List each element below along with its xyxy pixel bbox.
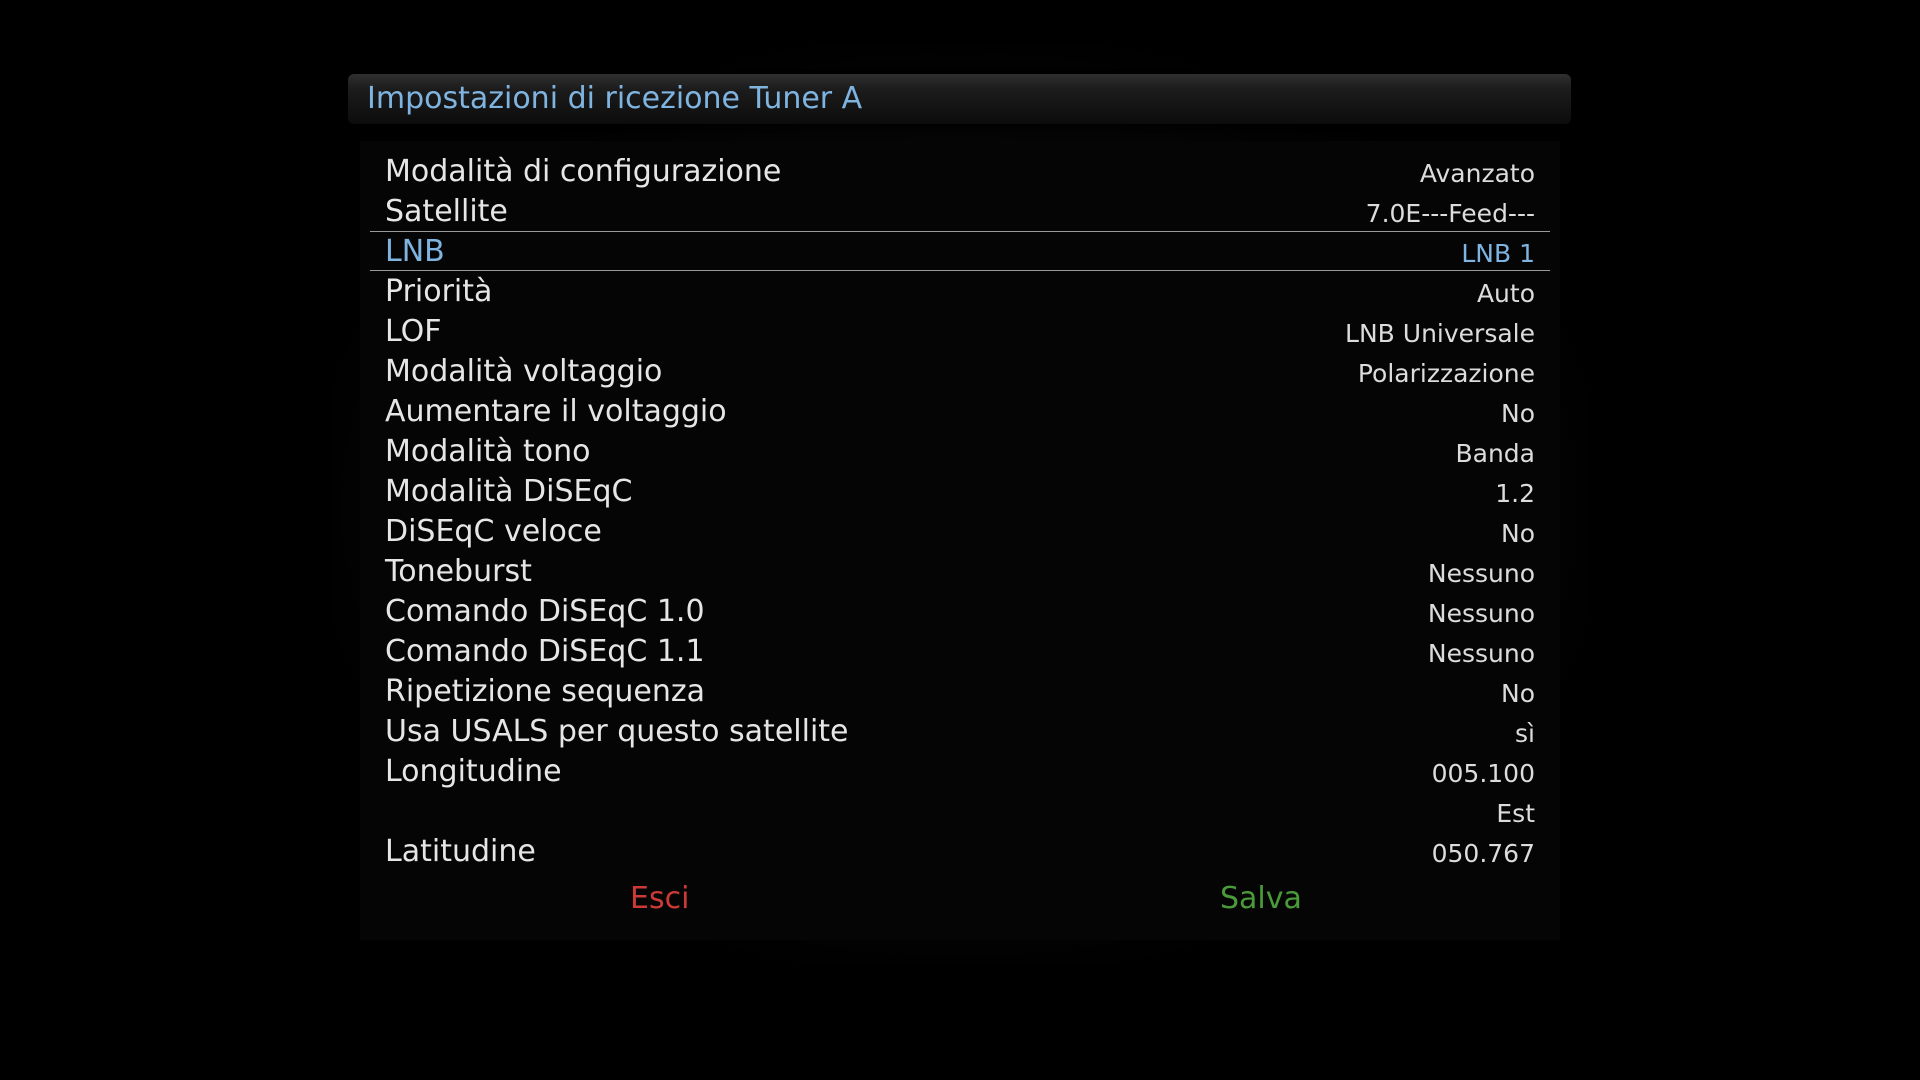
setting-label: Longitudine	[385, 754, 562, 789]
setting-value: 1.2	[1495, 479, 1535, 508]
settings-panel: Modalità di configurazione Avanzato Sate…	[360, 141, 1560, 940]
setting-value: sì	[1515, 719, 1535, 748]
setting-value: No	[1501, 679, 1535, 708]
setting-row-lnb[interactable]: LNB LNB 1	[370, 231, 1550, 271]
setting-label: Usa USALS per questo satellite	[385, 714, 849, 749]
setting-value: No	[1501, 399, 1535, 428]
setting-label: Modalità voltaggio	[385, 354, 663, 389]
title-bar: Impostazioni di ricezione Tuner A	[348, 74, 1571, 124]
setting-row-use-usals[interactable]: Usa USALS per questo satellite sì	[370, 711, 1550, 751]
setting-row-satellite[interactable]: Satellite 7.0E---Feed---	[370, 191, 1550, 231]
setting-row-longitude[interactable]: Longitudine 005.100	[370, 751, 1550, 791]
setting-value: 7.0E---Feed---	[1365, 199, 1535, 228]
setting-value: Est	[1496, 799, 1535, 828]
setting-value: Banda	[1455, 439, 1535, 468]
setting-label: DiSEqC veloce	[385, 514, 602, 549]
setting-row-longitude-direction[interactable]: Est	[370, 791, 1550, 831]
setting-row-diseqc-1-1[interactable]: Comando DiSEqC 1.1 Nessuno	[370, 631, 1550, 671]
setting-value: Nessuno	[1427, 559, 1535, 588]
setting-row-voltage-mode[interactable]: Modalità voltaggio Polarizzazione	[370, 351, 1550, 391]
setting-value: Auto	[1476, 279, 1535, 308]
save-button[interactable]: Salva	[1220, 881, 1302, 916]
setting-row-diseqc-mode[interactable]: Modalità DiSEqC 1.2	[370, 471, 1550, 511]
setting-label: Modalità tono	[385, 434, 591, 469]
setting-label: Toneburst	[385, 554, 532, 589]
setting-label: Modalità DiSEqC	[385, 474, 633, 509]
setting-value: 005.100	[1431, 759, 1535, 788]
setting-label: Satellite	[385, 194, 508, 229]
setting-row-config-mode[interactable]: Modalità di configurazione Avanzato	[370, 151, 1550, 191]
setting-row-sequence-repeat[interactable]: Ripetizione sequenza No	[370, 671, 1550, 711]
exit-button[interactable]: Esci	[630, 881, 689, 916]
setting-row-priority[interactable]: Priorità Auto	[370, 271, 1550, 311]
settings-list: Modalità di configurazione Avanzato Sate…	[370, 151, 1550, 871]
setting-label: Comando DiSEqC 1.1	[385, 634, 705, 669]
setting-row-lof[interactable]: LOF LNB Universale	[370, 311, 1550, 351]
setting-label: Comando DiSEqC 1.0	[385, 594, 705, 629]
setting-value: Polarizzazione	[1357, 359, 1535, 388]
setting-row-increase-voltage[interactable]: Aumentare il voltaggio No	[370, 391, 1550, 431]
setting-label: Ripetizione sequenza	[385, 674, 705, 709]
setting-label: LNB	[385, 234, 445, 269]
setting-label: Latitudine	[385, 834, 536, 869]
setting-value: Avanzato	[1419, 159, 1535, 188]
setting-label: Aumentare il voltaggio	[385, 394, 727, 429]
setting-value: LNB Universale	[1345, 319, 1535, 348]
setting-label: Priorità	[385, 274, 493, 309]
window-title: Impostazioni di ricezione Tuner A	[367, 81, 863, 116]
setting-value: Nessuno	[1427, 599, 1535, 628]
setting-value: No	[1501, 519, 1535, 548]
setting-row-tone-mode[interactable]: Modalità tono Banda	[370, 431, 1550, 471]
setting-row-toneburst[interactable]: Toneburst Nessuno	[370, 551, 1550, 591]
setting-label: Modalità di configurazione	[385, 154, 782, 189]
setting-row-diseqc-1-0[interactable]: Comando DiSEqC 1.0 Nessuno	[370, 591, 1550, 631]
setting-label: LOF	[385, 314, 442, 349]
setting-row-fast-diseqc[interactable]: DiSEqC veloce No	[370, 511, 1550, 551]
setting-row-latitude[interactable]: Latitudine 050.767	[370, 831, 1550, 871]
setting-value: LNB 1	[1461, 239, 1535, 268]
setting-value: Nessuno	[1427, 639, 1535, 668]
setting-value: 050.767	[1431, 839, 1535, 868]
